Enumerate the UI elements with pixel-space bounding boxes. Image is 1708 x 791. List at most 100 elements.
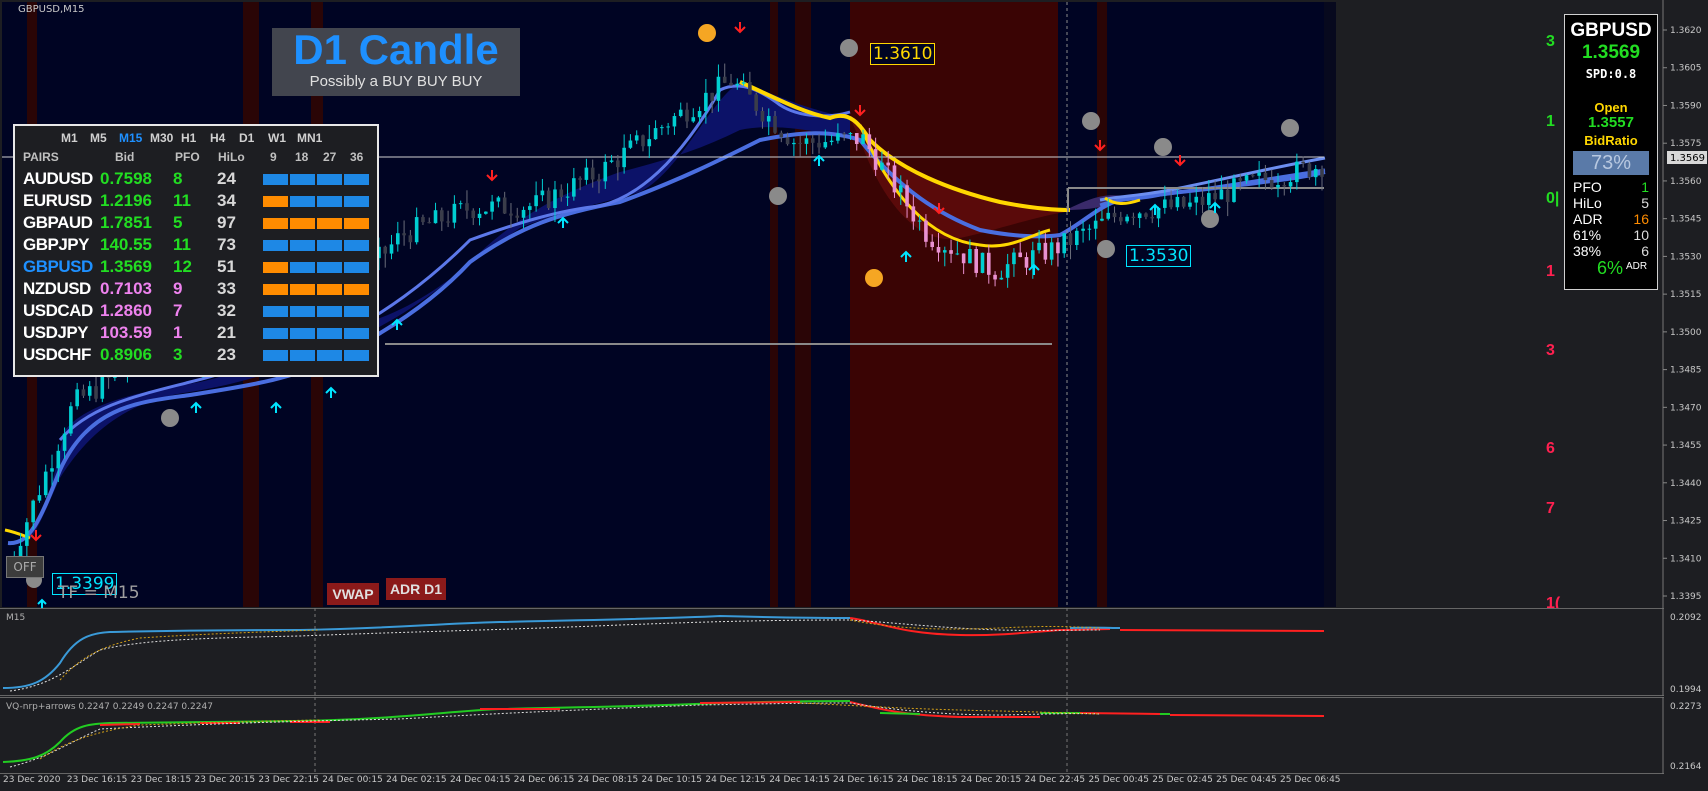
timeframe-mn1[interactable]: MN1 [297, 131, 322, 145]
candle-body [817, 142, 821, 148]
candle-body [414, 217, 419, 243]
candle-body [779, 132, 784, 138]
candle-body [886, 162, 890, 166]
candle-body [1295, 161, 1299, 183]
timeframe-d1[interactable]: D1 [239, 131, 254, 145]
pair-bid: 1.3569 [100, 257, 152, 276]
candle-body [477, 213, 482, 219]
info-adr-pct: 6% [1597, 258, 1624, 278]
candle-body [590, 167, 595, 180]
adr-d1-button[interactable]: ADR D1 [386, 578, 446, 600]
candle-body [496, 197, 501, 202]
candle-body [924, 220, 928, 242]
candle-body [1301, 161, 1305, 164]
candle-body [1219, 189, 1224, 200]
scanner-row-gbpusd[interactable]: GBPUSD 1.3569 12 51 [15, 257, 377, 277]
pair-name: USDCAD [23, 301, 93, 320]
candle-body [748, 82, 752, 95]
info-stat-row: 38% 6 [1565, 243, 1657, 259]
pair-bid: 1.7851 [100, 213, 152, 232]
m15-axis-high: 0.2092 [1670, 613, 1702, 623]
candle-body [43, 471, 48, 496]
timeframe-m1[interactable]: M1 [61, 131, 78, 145]
candle-body [1137, 213, 1142, 219]
candle-body [1257, 172, 1261, 176]
header-bid: Bid [115, 150, 135, 164]
time-axis-label: 23 Dec 16:15 [66, 775, 128, 785]
candle-body [1244, 175, 1249, 181]
pair-bid: 1.2196 [100, 191, 152, 210]
price-axis-label: 1.3425 [1670, 517, 1702, 527]
info-open-label: Open [1594, 100, 1628, 115]
timeframe-h1[interactable]: H1 [181, 131, 196, 145]
trend-cell [317, 174, 342, 185]
candle-body [917, 220, 922, 222]
info-stat-row: PFO 1 [1565, 179, 1657, 195]
d1-candle-banner: D1 Candle Possibly a BUY BUY BUY [272, 26, 520, 96]
candle-body [1131, 216, 1136, 219]
scanner-row-eurusd[interactable]: EURUSD 1.2196 11 34 [15, 191, 377, 211]
candle-body [546, 190, 551, 209]
symbol-info-panel: GBPUSD 1.3569 SPD:0.8 Open 1.3557 BidRat… [1564, 14, 1658, 290]
candle-body [1081, 228, 1085, 231]
banner-subtitle: Possibly a BUY BUY BUY [309, 73, 483, 90]
candle-body [685, 109, 689, 122]
candle-body [1037, 242, 1041, 251]
candle-body [792, 142, 796, 145]
time-axis-label: 24 Dec 20:15 [960, 775, 1022, 785]
timeframe-w1[interactable]: W1 [268, 131, 286, 145]
scanner-row-usdcad[interactable]: USDCAD 1.2860 7 32 [15, 301, 377, 321]
candle-body [1049, 242, 1054, 260]
trend-cell [263, 306, 288, 317]
scanner-row-gbpaud[interactable]: GBPAUD 1.7851 5 97 [15, 213, 377, 233]
time-axis-label: 24 Dec 22:45 [1024, 775, 1086, 785]
timeframe-m5[interactable]: M5 [90, 131, 107, 145]
trend-cell [263, 350, 288, 361]
candle-body [1056, 242, 1060, 254]
timeframe-m15[interactable]: M15 [119, 131, 142, 145]
level-marker: 7 [1546, 500, 1555, 517]
off-button[interactable]: OFF [6, 556, 44, 578]
pair-pfo: 11 [173, 191, 191, 210]
pair-pfo: 7 [173, 301, 183, 320]
candle-body [829, 140, 834, 143]
candle-body [559, 189, 564, 198]
candle-body [961, 253, 966, 264]
candle-body [1269, 180, 1274, 188]
candle-body [597, 179, 601, 182]
candle-body [1181, 196, 1186, 207]
candle-body [509, 213, 513, 216]
info-stat-row: ADR 16 [1565, 211, 1657, 227]
trend-cell [317, 306, 342, 317]
time-axis-label: 23 Dec 20:15 [194, 775, 256, 785]
candle-body [389, 244, 394, 254]
candle-body [1282, 184, 1287, 187]
pair-hilo: 23 [217, 345, 236, 364]
info-stat-value: 16 [1633, 211, 1649, 227]
scanner-row-usdchf[interactable]: USDCHF 0.8906 3 23 [15, 345, 377, 365]
price-axis-label: 1.3605 [1670, 64, 1702, 74]
trend-cell [344, 174, 369, 185]
trend-cell [290, 284, 315, 295]
info-open-value: 1.3557 [1588, 114, 1634, 131]
scanner-row-nzdusd[interactable]: NZDUSD 0.7103 9 33 [15, 279, 377, 299]
price-axis-label: 1.3455 [1670, 441, 1702, 451]
candle-body [854, 133, 859, 144]
candle-body [930, 241, 935, 248]
candle-body [584, 167, 589, 180]
candle-body [1232, 178, 1236, 202]
vq-indicator-window[interactable]: VQ-nrp+arrows 0.2247 0.2249 0.2247 0.224… [0, 697, 1708, 774]
timeframe-h4[interactable]: H4 [210, 131, 225, 145]
scanner-row-gbpjpy[interactable]: GBPJPY 140.55 11 73 [15, 235, 377, 255]
pair-pfo: 9 [173, 279, 183, 298]
m15-indicator-window[interactable]: M15 0.2092 0.1994 [0, 608, 1708, 696]
timeframe-m30[interactable]: M30 [150, 131, 173, 145]
candle-body [1024, 257, 1029, 268]
vwap-button[interactable]: VWAP [327, 583, 379, 605]
candle-body [1119, 217, 1123, 222]
scanner-row-audusd[interactable]: AUDUSD 0.7598 8 24 [15, 169, 377, 189]
header-9: 9 [270, 150, 277, 164]
candle-body [578, 178, 582, 180]
scanner-row-usdjpy[interactable]: USDJPY 103.59 1 21 [15, 323, 377, 343]
candle-body [490, 201, 494, 212]
